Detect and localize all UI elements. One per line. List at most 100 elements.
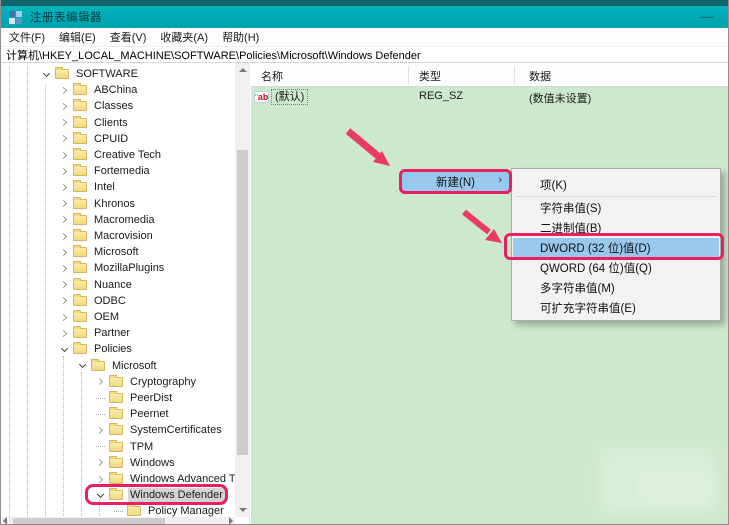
folder-icon (109, 409, 123, 419)
tree-item-odbc[interactable]: ODBC (59, 293, 128, 309)
scroll-right-arrow-icon[interactable] (229, 517, 233, 525)
scroll-up-arrow-icon[interactable] (239, 68, 247, 72)
tree-item-label: Intel (92, 180, 117, 194)
tree-item-systemcertificates[interactable]: SystemCertificates (95, 422, 224, 438)
chevron-right-icon[interactable] (59, 166, 69, 176)
menu-help[interactable]: 帮助(H) (215, 29, 266, 45)
tree-item-windows[interactable]: Windows (95, 455, 177, 471)
chevron-right-icon[interactable] (59, 312, 69, 322)
tree-item-abchina[interactable]: ABChina (59, 82, 139, 98)
new-submenu: 项(K) 字符串值(S)二进制值(B)DWORD (32 位)值(D)QWORD … (511, 168, 721, 321)
context-menu-item-new[interactable]: 新建(N) › (399, 169, 512, 194)
submenu-item-qword-64bit-value[interactable]: QWORD (64 位)值(Q) (513, 258, 719, 278)
minimize-button[interactable]: — (700, 9, 714, 25)
column-header-data[interactable]: 数据 (529, 68, 551, 84)
menu-edit[interactable]: 编辑(E) (52, 29, 103, 45)
submenu-item-dword-32bit-value[interactable]: DWORD (32 位)值(D) (513, 238, 719, 258)
tree-item-mozillaplugins[interactable]: MozillaPlugins (59, 260, 166, 276)
scroll-down-arrow-icon[interactable] (239, 508, 247, 512)
submenu-item-key[interactable]: 项(K) (513, 175, 719, 195)
tree-item-fortemedia[interactable]: Fortemedia (59, 163, 152, 179)
tree-dash-connector (95, 442, 105, 452)
scroll-left-arrow-icon[interactable] (3, 517, 7, 525)
tree-item-khronos[interactable]: Khronos (59, 196, 137, 212)
tree-item-cryptography[interactable]: Cryptography (95, 374, 198, 390)
submenu-item-expandable-string-value[interactable]: 可扩充字符串值(E) (513, 298, 719, 318)
chevron-right-icon[interactable] (59, 280, 69, 290)
tree-item-tpm[interactable]: TPM (95, 439, 155, 455)
submenu-item-string-value[interactable]: 字符串值(S) (513, 198, 719, 218)
chevron-right-icon[interactable] (59, 328, 69, 338)
tree-item-intel[interactable]: Intel (59, 179, 117, 195)
address-path: 计算机\HKEY_LOCAL_MACHINE\SOFTWARE\Policies… (6, 47, 421, 63)
menu-view[interactable]: 查看(V) (103, 29, 154, 45)
chevron-down-icon[interactable] (41, 69, 51, 79)
folder-icon (109, 490, 123, 500)
tree-item-microsoft[interactable]: Microsoft (77, 358, 159, 374)
tree-item-partner[interactable]: Partner (59, 325, 132, 341)
tree-item-peernet[interactable]: Peernet (95, 406, 171, 422)
tree-item-macrovision[interactable]: Macrovision (59, 228, 155, 244)
tree-item-nuance[interactable]: Nuance (59, 277, 134, 293)
tree-item-classes[interactable]: Classes (59, 98, 135, 114)
tree-item-windows-defender[interactable]: Windows Defender (95, 487, 225, 503)
folder-icon (73, 134, 87, 144)
chevron-right-icon[interactable] (59, 247, 69, 257)
column-divider[interactable] (408, 66, 409, 84)
tree-item-label: Peernet (128, 407, 171, 421)
submenu-item-binary-value[interactable]: 二进制值(B) (513, 218, 719, 238)
folder-icon (73, 150, 87, 160)
chevron-right-icon[interactable] (59, 296, 69, 306)
chevron-right-icon[interactable] (59, 134, 69, 144)
chevron-right-icon[interactable] (59, 101, 69, 111)
chevron-right-icon[interactable] (59, 231, 69, 241)
address-bar[interactable]: 计算机\HKEY_LOCAL_MACHINE\SOFTWARE\Policies… (1, 47, 729, 63)
value-data: (数值未设置) (529, 90, 591, 106)
tree-item-microsoft[interactable]: Microsoft (59, 244, 141, 260)
tree-item-macromedia[interactable]: Macromedia (59, 212, 157, 228)
tree-item-software[interactable]: SOFTWARE (41, 66, 140, 82)
chevron-right-icon[interactable] (59, 182, 69, 192)
chevron-down-icon[interactable] (95, 490, 105, 500)
value-row[interactable]: "ab (默认) REG_SZ (数值未设置) (251, 89, 729, 106)
folder-icon (73, 296, 87, 306)
tree-item-policies[interactable]: Policies (59, 341, 134, 357)
tree-horizontal-scrollbar[interactable] (1, 517, 235, 525)
chevron-right-icon[interactable] (59, 215, 69, 225)
chevron-down-icon[interactable] (59, 344, 69, 354)
chevron-right-icon[interactable] (59, 150, 69, 160)
submenu-item-multi-string-value[interactable]: 多字符串值(M) (513, 278, 719, 298)
tree-item-label: Macrovision (92, 229, 155, 243)
column-header-name[interactable]: 名称 (261, 68, 283, 84)
folder-icon (73, 85, 87, 95)
chevron-right-icon[interactable] (95, 425, 105, 435)
chevron-right-icon[interactable] (59, 85, 69, 95)
column-divider[interactable] (514, 66, 515, 84)
tree-item-label: TPM (128, 440, 155, 454)
tree-item-cpuid[interactable]: CPUID (59, 131, 130, 147)
chevron-right-icon[interactable] (95, 377, 105, 387)
chevron-right-icon[interactable] (95, 474, 105, 484)
tree-item-oem[interactable]: OEM (59, 309, 121, 325)
value-name[interactable]: (默认) (271, 89, 308, 105)
menu-favorites[interactable]: 收藏夹(A) (153, 29, 215, 45)
folder-icon (73, 182, 87, 192)
tree-item-windows-advanced-th[interactable]: Windows Advanced Th (95, 471, 244, 487)
window-titlebar[interactable]: 注册表编辑器 — (1, 6, 729, 28)
tree-item-label: Fortemedia (92, 164, 152, 178)
tree-item-label: CPUID (92, 132, 130, 146)
column-header-type[interactable]: 类型 (419, 68, 441, 84)
chevron-right-icon[interactable] (59, 118, 69, 128)
tree-item-label: Microsoft (110, 359, 159, 373)
tree-vertical-scrollbar[interactable] (235, 63, 250, 517)
menu-file[interactable]: 文件(F) (2, 29, 52, 45)
tree-item-clients[interactable]: Clients (59, 115, 130, 131)
vertical-scrollbar-thumb[interactable] (237, 150, 248, 455)
chevron-right-icon[interactable] (59, 263, 69, 273)
chevron-right-icon[interactable] (95, 458, 105, 468)
tree-item-creative-tech[interactable]: Creative Tech (59, 147, 163, 163)
horizontal-scrollbar-thumb[interactable] (13, 518, 165, 524)
chevron-down-icon[interactable] (77, 361, 87, 371)
chevron-right-icon[interactable] (59, 199, 69, 209)
tree-item-peerdist[interactable]: PeerDist (95, 390, 174, 406)
